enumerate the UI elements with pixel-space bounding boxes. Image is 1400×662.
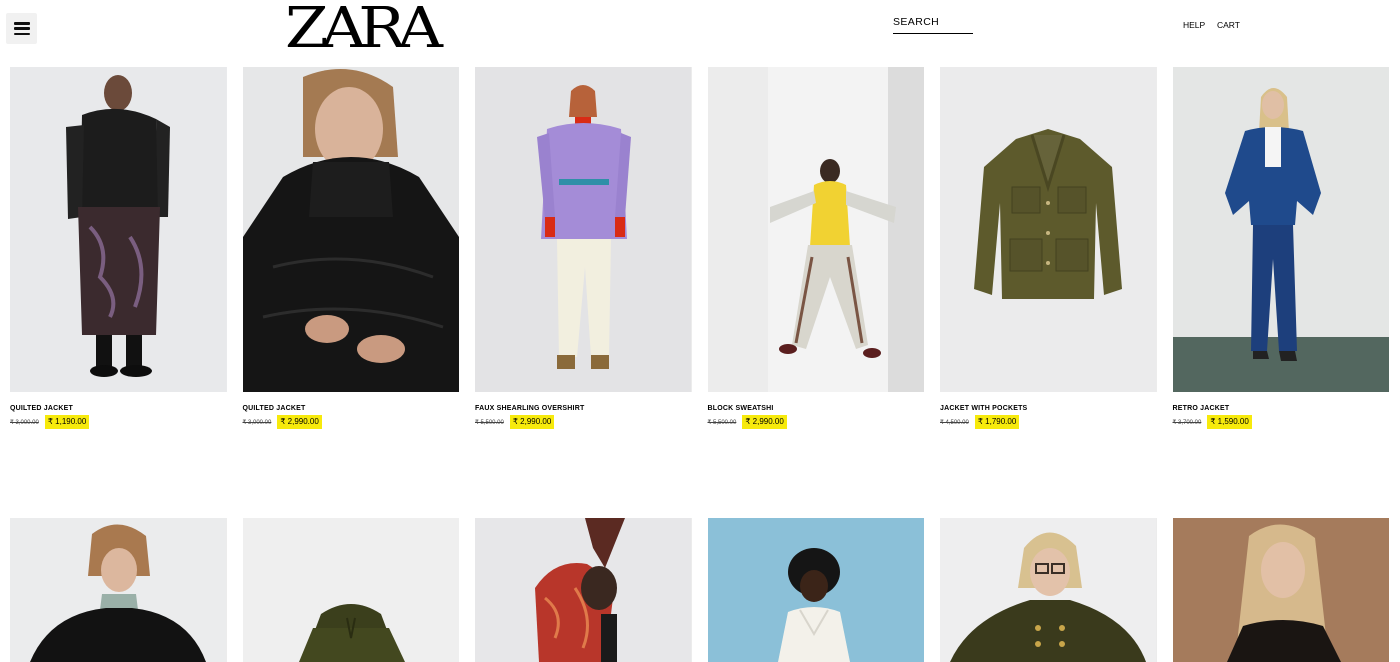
product-card[interactable] [707, 518, 924, 662]
price-row: ₹ 3,000.00 ₹ 1,190.00 [10, 415, 227, 429]
product-name[interactable]: BLOCK SWEATSHI [708, 404, 925, 413]
original-price: ₹ 3,000.00 [10, 419, 39, 426]
product-card[interactable] [475, 518, 692, 662]
search-field[interactable]: SEARCH [893, 15, 973, 34]
product-card[interactable] [940, 518, 1157, 662]
product-image[interactable] [10, 67, 227, 392]
product-card[interactable] [1172, 518, 1389, 662]
sale-price: ₹ 1,590.00 [1207, 415, 1252, 429]
menu-button[interactable] [6, 13, 37, 44]
product-image[interactable] [10, 518, 227, 662]
model-red-printed-top-figure [475, 518, 691, 662]
product-image[interactable] [707, 67, 924, 392]
product-card[interactable]: QUILTED JACKET ₹ 3,000.00 ₹ 2,990.00 [242, 67, 460, 429]
price-row: ₹ 5,500.00 ₹ 2,990.00 [708, 415, 925, 429]
product-card[interactable]: JACKET WITH POCKETS ₹ 4,500.00 ₹ 1,790.0… [940, 67, 1157, 429]
product-name[interactable]: JACKET WITH POCKETS [940, 404, 1157, 413]
hamburger-icon [13, 22, 30, 35]
product-name[interactable]: FAUX SHEARLING OVERSHIRT [475, 404, 692, 413]
woman-lilac-overshirt-figure [475, 67, 691, 392]
product-card[interactable]: BLOCK SWEATSHI ₹ 5,500.00 ₹ 2,990.00 [707, 67, 925, 429]
product-card[interactable] [10, 518, 227, 662]
woman-white-blouse-figure [707, 518, 924, 662]
product-name[interactable]: QUILTED JACKET [243, 404, 460, 413]
khaki-hooded-jacket-figure [242, 518, 459, 662]
sale-price: ₹ 2,990.00 [509, 415, 555, 429]
product-image[interactable] [1172, 518, 1389, 662]
product-image[interactable] [475, 518, 692, 662]
original-price: ₹ 3,000.00 [242, 419, 272, 426]
price-row: ₹ 3,700.00 ₹ 1,590.00 [1173, 415, 1390, 429]
original-price: ₹ 5,500.00 [475, 419, 504, 426]
cart-link[interactable]: CART [1217, 20, 1240, 30]
product-image[interactable] [475, 67, 692, 392]
help-link[interactable]: HELP [1183, 20, 1205, 30]
sale-price: ₹ 2,990.00 [742, 415, 787, 429]
product-name[interactable]: RETRO JACKET [1173, 404, 1390, 413]
woman-black-puffer-jacket-figure [10, 67, 226, 392]
price-row: ₹ 3,000.00 ₹ 2,990.00 [243, 415, 460, 429]
product-image[interactable] [707, 518, 924, 662]
product-image[interactable] [1172, 67, 1389, 392]
khaki-jacket-figure [940, 67, 1156, 392]
product-row: QUILTED JACKET ₹ 3,000.00 ₹ 1,190.00 QUI… [10, 67, 1389, 429]
zara-logo[interactable]: ZARA [285, 1, 443, 57]
price-row: ₹ 5,500.00 ₹ 2,990.00 [475, 415, 692, 429]
product-image[interactable] [940, 67, 1157, 392]
woman-green-coat-glasses-figure [940, 518, 1156, 662]
product-name[interactable]: QUILTED JACKET [10, 404, 227, 413]
product-image[interactable] [242, 518, 459, 662]
product-card[interactable]: RETRO JACKET ₹ 3,700.00 ₹ 1,590.00 [1172, 67, 1390, 429]
original-price: ₹ 3,700.00 [1172, 419, 1202, 426]
original-price: ₹ 4,500.00 [940, 419, 969, 426]
sale-price: ₹ 1,190.00 [44, 415, 90, 429]
sale-price: ₹ 2,990.00 [277, 415, 322, 429]
product-card[interactable] [242, 518, 459, 662]
woman-black-quilted-jacket-figure [242, 67, 459, 392]
woman-black-shirt-scarf-figure [10, 518, 226, 662]
sale-price: ₹ 1,790.00 [974, 415, 1020, 429]
price-row: ₹ 4,500.00 ₹ 1,790.00 [940, 415, 1157, 429]
model-tracksuit-figure [707, 67, 924, 392]
search-label: SEARCH [893, 16, 940, 28]
product-card[interactable]: QUILTED JACKET ₹ 3,000.00 ₹ 1,190.00 [10, 67, 227, 429]
woman-black-blazer-figure [1172, 518, 1389, 662]
product-row [10, 518, 1389, 662]
original-price: ₹ 5,500.00 [707, 419, 737, 426]
woman-blue-retro-jacket-figure [1172, 67, 1389, 392]
product-image[interactable] [940, 518, 1157, 662]
product-image[interactable] [242, 67, 459, 392]
product-card[interactable]: FAUX SHEARLING OVERSHIRT ₹ 5,500.00 ₹ 2,… [475, 67, 692, 429]
